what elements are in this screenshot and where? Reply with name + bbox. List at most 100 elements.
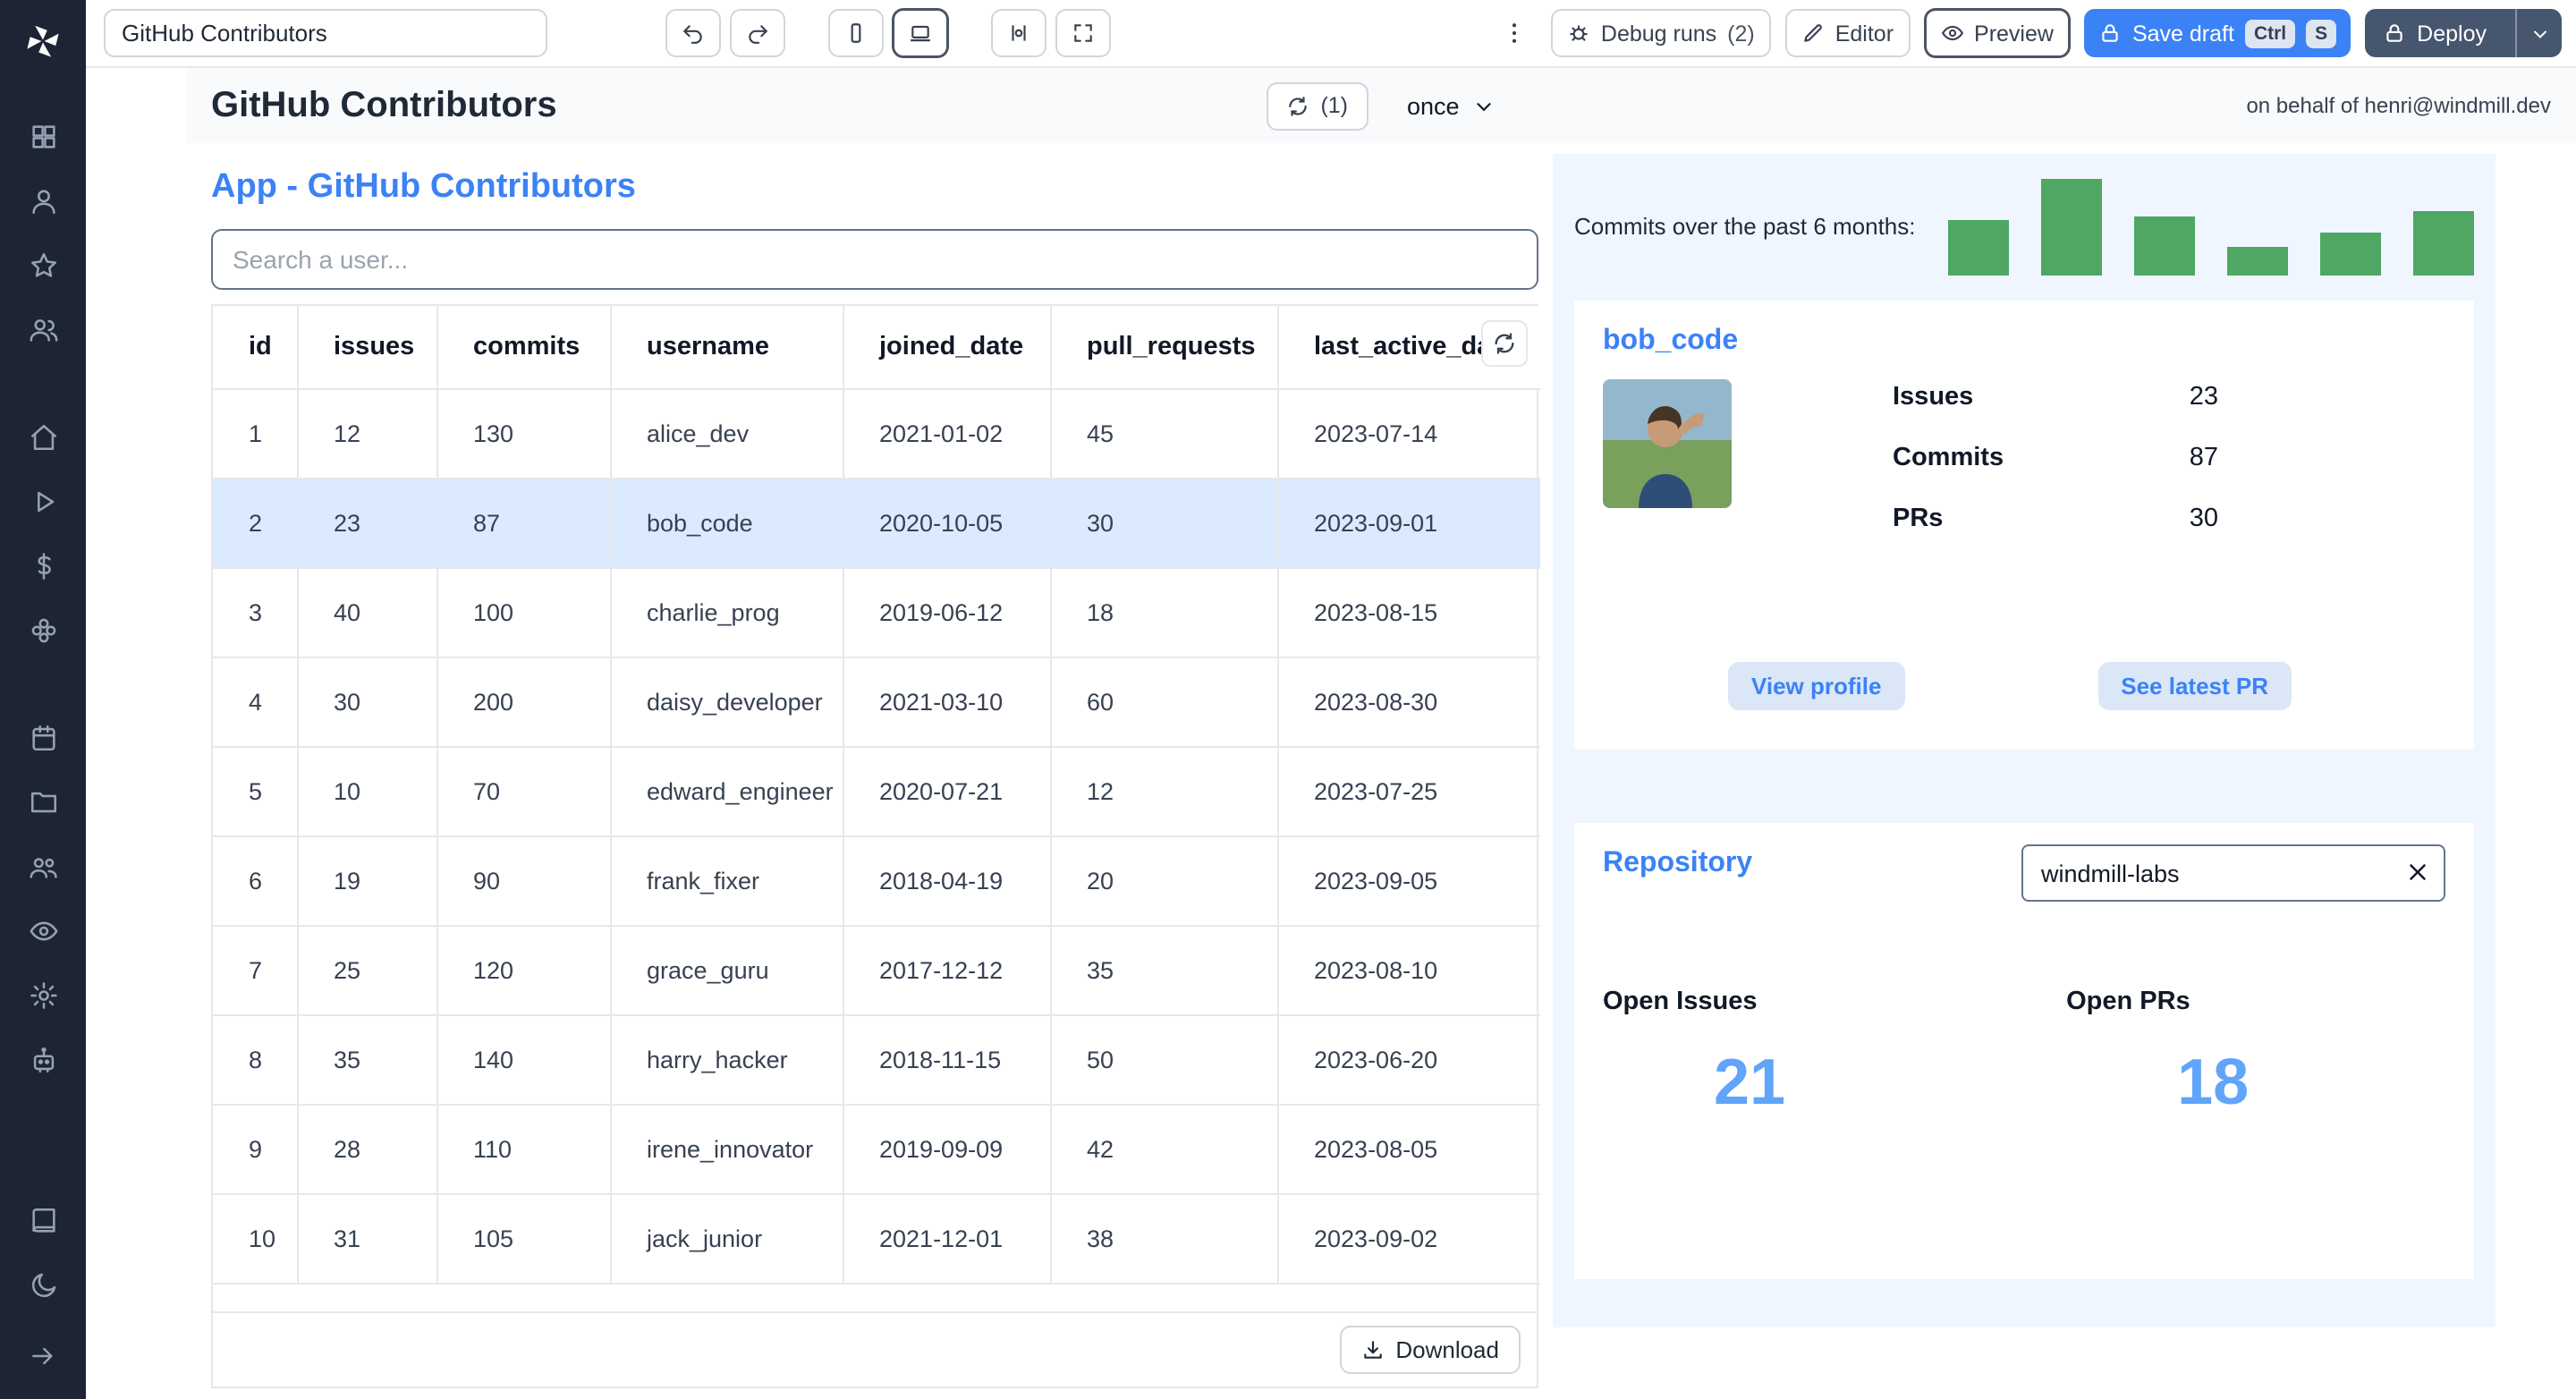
editor-label: Editor: [1835, 21, 1894, 46]
schedule-select[interactable]: once: [1407, 92, 1496, 119]
team-icon[interactable]: [16, 839, 70, 893]
chart-bar: [1948, 220, 2009, 276]
star-icon[interactable]: [16, 238, 70, 292]
windmill-logo[interactable]: [0, 0, 86, 82]
expand-canvas-button[interactable]: [1055, 9, 1111, 57]
bot-icon[interactable]: [16, 1032, 70, 1086]
download-button[interactable]: Download: [1340, 1325, 1521, 1373]
column-header-id[interactable]: id: [213, 306, 298, 389]
undo-button[interactable]: [665, 9, 721, 57]
on-behalf-text: on behalf of henri@windmill.dev: [2246, 93, 2551, 118]
table-row[interactable]: 10 31 105 jack_junior 2021-12-01 38 2023-09-02: [213, 1193, 1540, 1284]
undo-icon: [683, 25, 702, 44]
right-panel: Commits over the past 6 months: bob_code: [1553, 154, 2496, 1327]
commits-chart: Commits over the past 6 months:: [1574, 175, 2474, 276]
refresh-icon: [1495, 333, 1514, 354]
table-row[interactable]: 7 25 120 grace_guru 2017-12-12 35 2023-08-10: [213, 925, 1540, 1015]
mobile-view-button[interactable]: [828, 9, 884, 57]
more-options-button[interactable]: [1492, 20, 1537, 47]
kbd-s: S: [2306, 19, 2337, 47]
gear-icon[interactable]: [16, 968, 70, 1022]
chart-bar: [2134, 216, 2195, 276]
stat-issues: Issues 23: [1893, 383, 2218, 411]
grid-icon[interactable]: [16, 109, 70, 163]
refresh-icon: [1289, 96, 1308, 115]
laptop-icon: [911, 25, 930, 42]
chart-bar: [2041, 179, 2102, 276]
stat-prs: PRs 30: [1893, 504, 2218, 533]
deploy-button[interactable]: Deploy: [2365, 9, 2562, 57]
clear-input-icon[interactable]: [2404, 859, 2431, 895]
moon-icon[interactable]: [16, 1258, 70, 1311]
user-card: bob_code Issues 23 Commits 87 PRs 30 Vie…: [1574, 301, 2474, 750]
app-refresh-button[interactable]: (1): [1267, 81, 1368, 130]
column-header-commits[interactable]: commits: [436, 306, 611, 389]
kebab-menu-icon: [1512, 23, 1517, 43]
repository-card: Repository Open Issues 21: [1574, 823, 2474, 1279]
repository-input[interactable]: [2021, 844, 2445, 902]
debug-runs-button[interactable]: Debug runs (2): [1550, 9, 1771, 57]
lock-icon: [2102, 24, 2118, 42]
avatar: [1603, 379, 1732, 508]
eye-icon[interactable]: [16, 903, 70, 957]
windmill-app-editor: Debug runs (2) Editor Preview Save draft…: [0, 0, 2576, 1399]
view-profile-button[interactable]: View profile: [1728, 662, 1905, 710]
editor-tab-button[interactable]: Editor: [1784, 9, 1911, 57]
deploy-label: Deploy: [2417, 21, 2487, 46]
play-icon[interactable]: [16, 474, 70, 528]
open-prs-label: Open PRs: [2066, 988, 2190, 1016]
table-refresh-button[interactable]: [1481, 320, 1528, 367]
sidebar-group-middle: [16, 404, 70, 662]
column-header-username[interactable]: username: [610, 306, 843, 389]
table-empty-row: [213, 1284, 1537, 1312]
redo-button[interactable]: [730, 9, 785, 57]
expand-sidebar-icon[interactable]: [16, 1331, 70, 1381]
chart-bar: [2413, 211, 2474, 276]
user-icon[interactable]: [16, 174, 70, 227]
folder-icon[interactable]: [16, 775, 70, 828]
redo-icon: [749, 25, 767, 44]
column-header-issues[interactable]: issues: [297, 306, 437, 389]
table-row[interactable]: 2 23 87 bob_code 2020-10-05 30 2023-09-01: [213, 478, 1540, 568]
table-row[interactable]: 5 10 70 edward_engineer 2020-07-21 12 2023-07-…: [213, 746, 1540, 836]
smartphone-icon: [851, 23, 861, 43]
debug-runs-label: Debug runs: [1600, 21, 1717, 46]
debug-runs-count: (2): [1727, 21, 1755, 46]
table-row[interactable]: 4 30 200 daisy_developer 2021-03-10 60 2023-08…: [213, 657, 1540, 747]
flower-icon[interactable]: [16, 603, 70, 657]
deploy-dropdown-button[interactable]: [2515, 9, 2562, 57]
preview-label: Preview: [1974, 21, 2054, 46]
sidebar-group-tools: [16, 705, 70, 1091]
table-row[interactable]: 9 28 110 irene_innovator 2019-09-09 42 2023-08…: [213, 1104, 1540, 1194]
users-icon[interactable]: [16, 302, 70, 356]
download-icon: [1364, 1340, 1383, 1358]
table-row[interactable]: 8 35 140 harry_hacker 2018-11-15 50 2023-06-20: [213, 1014, 1540, 1105]
open-issues-metric: Open Issues 21: [1603, 988, 2066, 1120]
calendar-icon[interactable]: [16, 710, 70, 764]
kbd-ctrl: Ctrl: [2244, 19, 2296, 47]
user-card-title: bob_code: [1603, 326, 1739, 356]
dollar-icon[interactable]: [16, 538, 70, 592]
repo-input-wrap: [2021, 844, 2445, 902]
sidebar-group-bottom: [16, 1188, 70, 1317]
align-center-button[interactable]: [991, 9, 1046, 57]
table-row[interactable]: 6 19 90 frank_fixer 2018-04-19 20 2023-09-05: [213, 835, 1540, 926]
user-search-input[interactable]: [211, 229, 1538, 290]
align-center-icon: [1012, 25, 1026, 41]
chart-bar: [2320, 233, 2381, 276]
save-draft-button[interactable]: Save draft Ctrl S: [2083, 9, 2351, 57]
preview-tab-button[interactable]: Preview: [1924, 9, 2070, 57]
table-row[interactable]: 3 40 100 charlie_prog 2019-06-12 18 2023-08-15: [213, 567, 1540, 657]
table-row[interactable]: 1 12 130 alice_dev 2021-01-02 45 2023-07-14: [213, 388, 1540, 479]
chart-bars: [1948, 179, 2474, 276]
open-issues-label: Open Issues: [1603, 988, 1758, 1016]
column-header-joined_date[interactable]: joined_date: [843, 306, 1051, 389]
column-header-pull_requests[interactable]: pull_requests: [1050, 306, 1278, 389]
fullscreen-icon: [1074, 24, 1092, 42]
home-icon[interactable]: [16, 410, 70, 463]
see-latest-pr-button[interactable]: See latest PR: [2097, 662, 2292, 710]
app-title: App - GitHub Contributors: [211, 168, 636, 206]
app-name-input[interactable]: [104, 9, 547, 57]
desktop-view-button[interactable]: [893, 9, 948, 57]
book-icon[interactable]: [16, 1193, 70, 1247]
